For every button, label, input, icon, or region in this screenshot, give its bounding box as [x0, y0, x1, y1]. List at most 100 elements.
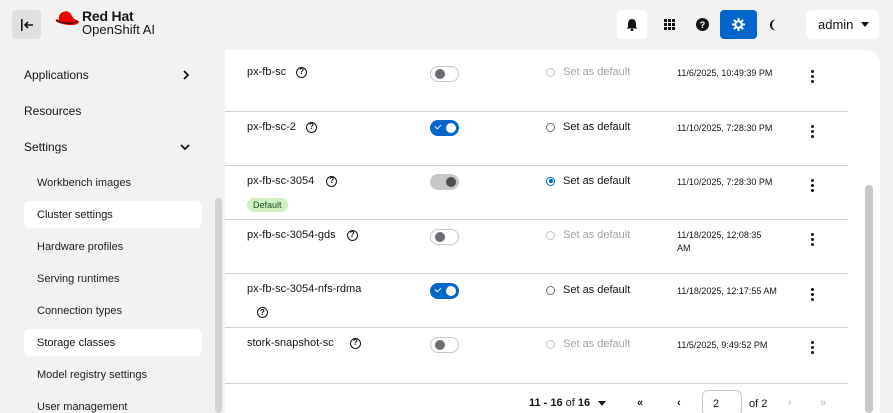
enable-toggle[interactable] — [430, 120, 459, 136]
toggle-knob — [446, 286, 456, 296]
page-count: of 2 — [749, 398, 768, 410]
enable-toggle[interactable] — [430, 174, 459, 190]
default-badge: Default — [247, 198, 288, 212]
name-text: stork-snapshot-sc — [247, 337, 334, 349]
sidebar-item-label: Resources — [24, 104, 82, 118]
sidebar-item-label: Serving runtimes — [37, 272, 120, 285]
enable-toggle[interactable] — [430, 66, 459, 82]
help-menu-button[interactable]: ? — [687, 10, 717, 39]
radio-dot — [546, 176, 555, 186]
sidebar-scrollbar[interactable] — [215, 198, 222, 413]
set-default-radio[interactable]: Set as default — [546, 229, 630, 241]
sidebar-item-label: Storage classes — [37, 336, 116, 349]
kebab-menu-icon[interactable] — [811, 341, 815, 354]
main-scrollbar[interactable] — [865, 185, 873, 413]
sidebar-item-model-registry-settings[interactable]: Model registry settings — [24, 361, 202, 388]
table-row: px-fb-sc-3054-nfs-rdma ? Set as default … — [225, 274, 848, 328]
sidebar: Applications Resources Settings Workbenc… — [0, 50, 225, 413]
radio-label: Set as default — [563, 66, 631, 78]
sidebar-collapse-icon — [20, 18, 33, 31]
help-icon: ? — [695, 18, 709, 31]
help-icon[interactable]: ? — [346, 229, 358, 241]
last-page-button[interactable]: » — [820, 397, 826, 409]
storage-class-name: px-fb-sc-3054 ? — [247, 175, 338, 187]
enable-toggle[interactable] — [430, 337, 459, 353]
sidebar-item-workbench-images[interactable]: Workbench images — [24, 169, 202, 196]
notifications-button[interactable] — [617, 10, 647, 39]
last-modified: 11/6/2025, 10:49:39 PM — [677, 68, 773, 78]
kebab-menu-icon[interactable] — [811, 70, 815, 83]
nav-toggle-button[interactable] — [12, 10, 41, 39]
sidebar-item-storage-classes[interactable]: Storage classes — [24, 329, 202, 356]
set-default-radio[interactable]: Set as default — [546, 338, 630, 350]
set-default-radio[interactable]: Set as default — [546, 175, 630, 187]
sidebar-item-settings[interactable]: Settings — [24, 140, 190, 154]
help-icon[interactable]: ? — [296, 66, 308, 78]
kebab-menu-icon[interactable] — [811, 288, 815, 301]
radio-label: Set as default — [563, 121, 631, 133]
sidebar-item-label: Cluster settings — [37, 208, 113, 221]
radio-dot — [546, 285, 555, 295]
dark-theme-button[interactable] — [759, 10, 789, 39]
radio-dot — [546, 67, 555, 77]
sidebar-item-label: Settings — [24, 140, 68, 154]
page-number-input[interactable]: 2 — [702, 390, 742, 413]
set-default-radio[interactable]: Set as default — [546, 66, 630, 78]
pagination-total: 16 — [577, 397, 591, 409]
table-row: px-fb-sc-3054-gds ? Set as default 11/18… — [225, 220, 848, 274]
sidebar-item-applications[interactable]: Applications — [24, 68, 190, 82]
pagination-range: 11 - 16 — [529, 397, 563, 409]
name-text: px-fb-sc-3054 — [247, 175, 315, 187]
table-divider — [225, 383, 848, 384]
name-text: px-fb-sc — [247, 66, 287, 78]
sidebar-item-hardware-profiles[interactable]: Hardware profiles — [24, 233, 202, 260]
name-text: px-fb-sc-3054-nfs-rdma — [247, 283, 362, 295]
kebab-menu-icon[interactable] — [811, 179, 815, 192]
last-modified: 11/10/2025, 7:28:30 PM — [677, 123, 773, 133]
kebab-menu-icon[interactable] — [811, 233, 815, 246]
last-modified: 11/10/2025, 7:28:30 PM — [677, 177, 773, 187]
set-default-radio[interactable]: Set as default — [546, 284, 630, 296]
table-row: px-fb-sc-2 ? Set as default 11/10/2025, … — [225, 112, 848, 166]
radio-label: Set as default — [563, 284, 631, 296]
radio-label: Set as default — [563, 229, 631, 241]
help-icon[interactable]: ? — [349, 337, 361, 349]
set-default-radio[interactable]: Set as default — [546, 121, 630, 133]
storage-classes-table: px-fb-sc ? Set as default 11/6/2025, 10:… — [225, 50, 880, 413]
previous-page-button[interactable]: ‹ — [677, 397, 681, 409]
sidebar-item-label: Connection types — [37, 304, 122, 317]
storage-class-name: px-fb-sc-3054-nfs-rdma — [247, 283, 361, 295]
sidebar-item-label: User management — [37, 400, 128, 413]
pagination-toggle[interactable]: 11 - 16 of 16 — [529, 397, 607, 409]
sidebar-item-cluster-settings[interactable]: Cluster settings — [24, 201, 202, 228]
light-theme-button[interactable] — [720, 10, 757, 39]
help-icon[interactable]: ? — [326, 175, 338, 187]
user-menu-button[interactable]: admin — [806, 10, 879, 39]
enable-toggle[interactable] — [430, 283, 459, 299]
last-modified: 11/5/2025, 9:49:52 PM — [677, 340, 768, 350]
red-hat-logo-icon — [55, 11, 79, 25]
radio-dot — [546, 339, 555, 349]
logo: Red Hat OpenShift AI — [54, 9, 155, 37]
enable-toggle[interactable] — [430, 229, 459, 245]
product-name: OpenShift AI — [82, 22, 155, 37]
help-icon[interactable]: ? — [305, 121, 317, 133]
first-page-button[interactable]: « — [637, 397, 643, 409]
sidebar-item-user-management[interactable]: User management — [24, 393, 202, 413]
gear-icon — [732, 18, 745, 31]
kebab-menu-icon[interactable] — [811, 125, 815, 138]
svg-text:?: ? — [699, 20, 705, 30]
moon-icon — [769, 19, 776, 30]
sidebar-item-serving-runtimes[interactable]: Serving runtimes — [24, 265, 202, 292]
last-modified-line: AM — [677, 243, 691, 253]
sidebar-item-resources[interactable]: Resources — [24, 104, 190, 118]
storage-class-name: px-fb-sc ? — [247, 66, 308, 78]
app-launcher-button[interactable] — [654, 10, 684, 39]
last-modified-line: 11/18/2025, 12:08:35 — [677, 230, 762, 240]
name-text: px-fb-sc-3054-gds — [247, 229, 336, 241]
help-icon[interactable]: ? — [257, 307, 268, 318]
storage-class-name: px-fb-sc-2 ? — [247, 121, 317, 133]
toggle-knob — [435, 232, 445, 242]
next-page-button[interactable]: › — [788, 397, 792, 409]
sidebar-item-connection-types[interactable]: Connection types — [24, 297, 202, 324]
